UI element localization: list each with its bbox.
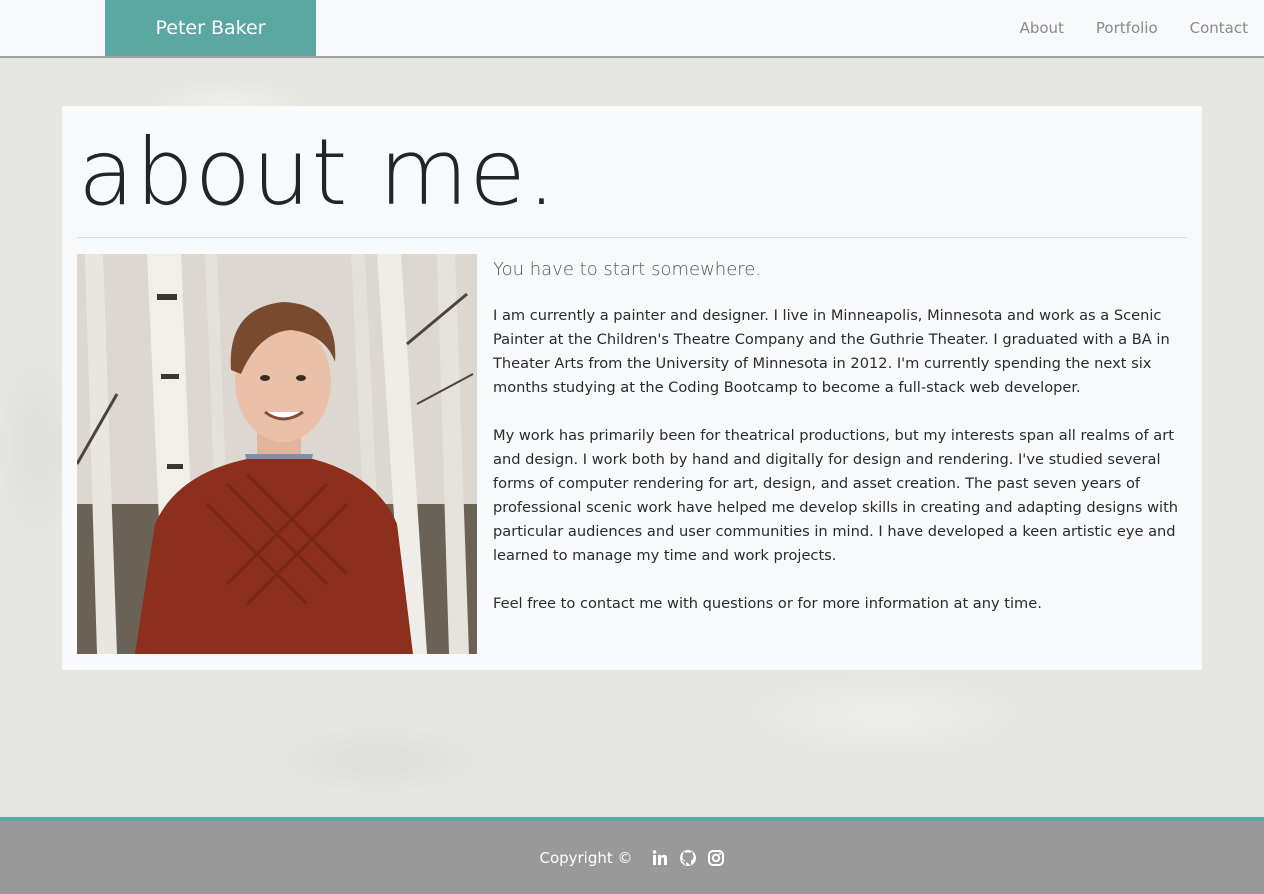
github-icon[interactable]: [679, 849, 697, 867]
about-paragraph-2: My work has primarily been for theatrica…: [493, 427, 1179, 564]
about-paragraph-3: Feel free to contact me with questions o…: [493, 595, 1042, 612]
linkedin-icon[interactable]: [651, 849, 669, 867]
nav-link-contact[interactable]: Contact: [1190, 19, 1248, 37]
copyright-text: Copyright ©: [539, 848, 633, 867]
brand-link[interactable]: Peter Baker: [105, 0, 316, 56]
nav-links: About Portfolio Contact: [988, 0, 1248, 56]
profile-photo: [77, 254, 477, 654]
about-subtitle: You have to start somewhere.: [493, 259, 762, 280]
footer: Copyright ©: [0, 817, 1264, 894]
nav-link-about[interactable]: About: [1020, 19, 1064, 37]
navbar: Peter Baker About Portfolio Contact: [0, 0, 1264, 58]
about-card: about me. You have to start somewhere. I…: [62, 106, 1202, 670]
instagram-icon[interactable]: [707, 849, 725, 867]
social-icons: [641, 849, 725, 867]
nav-link-portfolio[interactable]: Portfolio: [1096, 19, 1158, 37]
about-paragraph-1: I am currently a painter and designer. I…: [493, 307, 1170, 396]
divider: [77, 237, 1187, 238]
about-content: You have to start somewhere. I am curren…: [493, 256, 1187, 640]
page-title: about me.: [78, 119, 558, 226]
